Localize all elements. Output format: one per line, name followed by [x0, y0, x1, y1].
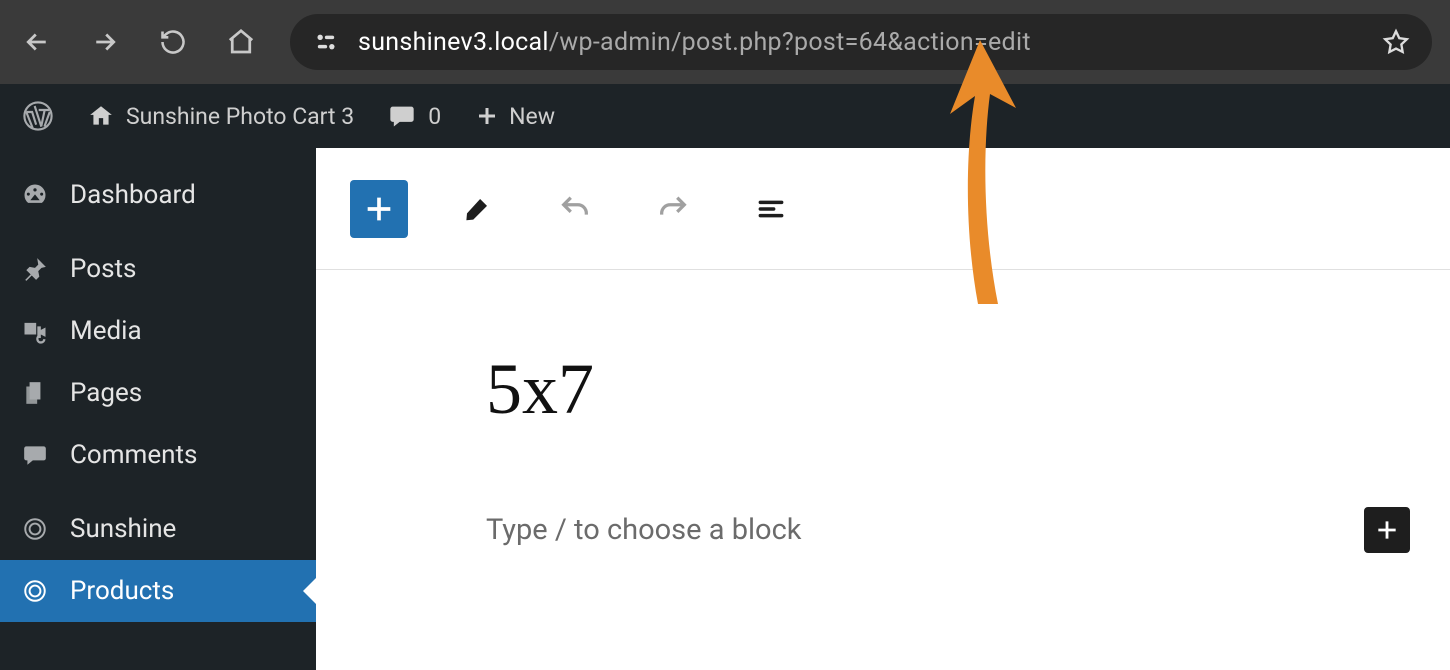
redo-button[interactable] [644, 180, 702, 238]
plus-icon [475, 104, 499, 128]
comments-count: 0 [428, 103, 441, 130]
edit-tool-button[interactable] [448, 180, 506, 238]
browser-toolbar: sunshinev3.local/wp-admin/post.php?post=… [0, 0, 1450, 84]
reload-button[interactable] [154, 23, 192, 61]
sidebar-item-sunshine[interactable]: Sunshine [0, 498, 316, 560]
undo-button[interactable] [546, 180, 604, 238]
sidebar-item-posts[interactable]: Posts [0, 238, 316, 300]
sidebar-item-label: Dashboard [70, 180, 196, 210]
wp-admin-bar: Sunshine Photo Cart 3 0 New [0, 84, 1450, 148]
new-link[interactable]: New [469, 103, 561, 130]
forward-button[interactable] [86, 23, 124, 61]
post-title[interactable]: 5x7 [486, 350, 1280, 429]
sunshine-icon [20, 514, 50, 544]
bookmark-star-icon[interactable] [1382, 28, 1410, 56]
site-name-label: Sunshine Photo Cart 3 [126, 103, 354, 130]
sidebar-item-label: Posts [70, 254, 136, 284]
dashboard-icon [20, 180, 50, 210]
comments-link[interactable]: 0 [382, 102, 447, 130]
sidebar-item-products[interactable]: Products [0, 560, 316, 622]
home-button[interactable] [222, 23, 260, 61]
sidebar-item-label: Sunshine [70, 514, 176, 544]
pin-icon [20, 254, 50, 284]
sidebar-item-pages[interactable]: Pages [0, 362, 316, 424]
url-text: sunshinev3.local/wp-admin/post.php?post=… [358, 28, 1364, 57]
inline-add-block-button[interactable] [1364, 507, 1410, 553]
pages-icon [20, 378, 50, 408]
home-icon [88, 103, 114, 129]
sidebar-item-media[interactable]: Media [0, 300, 316, 362]
comment-icon [20, 440, 50, 470]
sunshine-icon [20, 576, 50, 606]
site-name-link[interactable]: Sunshine Photo Cart 3 [82, 103, 360, 130]
new-label: New [509, 103, 555, 130]
block-placeholder-text: Type / to choose a block [486, 513, 801, 547]
sidebar-item-dashboard[interactable]: Dashboard [0, 164, 316, 226]
address-bar[interactable]: sunshinev3.local/wp-admin/post.php?post=… [290, 14, 1432, 70]
comment-icon [388, 102, 416, 130]
wp-logo[interactable] [16, 100, 60, 132]
block-editor: 5x7 Type / to choose a block [316, 148, 1450, 670]
browser-nav-buttons [18, 23, 260, 61]
admin-sidebar: Dashboard Posts Media Pages Comments [0, 148, 316, 670]
sidebar-item-label: Comments [70, 440, 197, 470]
editor-toolbar [316, 148, 1450, 270]
site-info-icon[interactable] [312, 28, 340, 56]
back-button[interactable] [18, 23, 56, 61]
sidebar-item-comments[interactable]: Comments [0, 424, 316, 486]
sidebar-item-label: Products [70, 576, 174, 606]
document-overview-button[interactable] [742, 180, 800, 238]
block-inserter-button[interactable] [350, 180, 408, 238]
sidebar-item-label: Media [70, 316, 142, 346]
editor-canvas[interactable]: 5x7 Type / to choose a block [316, 270, 1450, 670]
block-placeholder[interactable]: Type / to choose a block [486, 507, 1280, 553]
media-icon [20, 316, 50, 346]
sidebar-item-label: Pages [70, 378, 142, 408]
